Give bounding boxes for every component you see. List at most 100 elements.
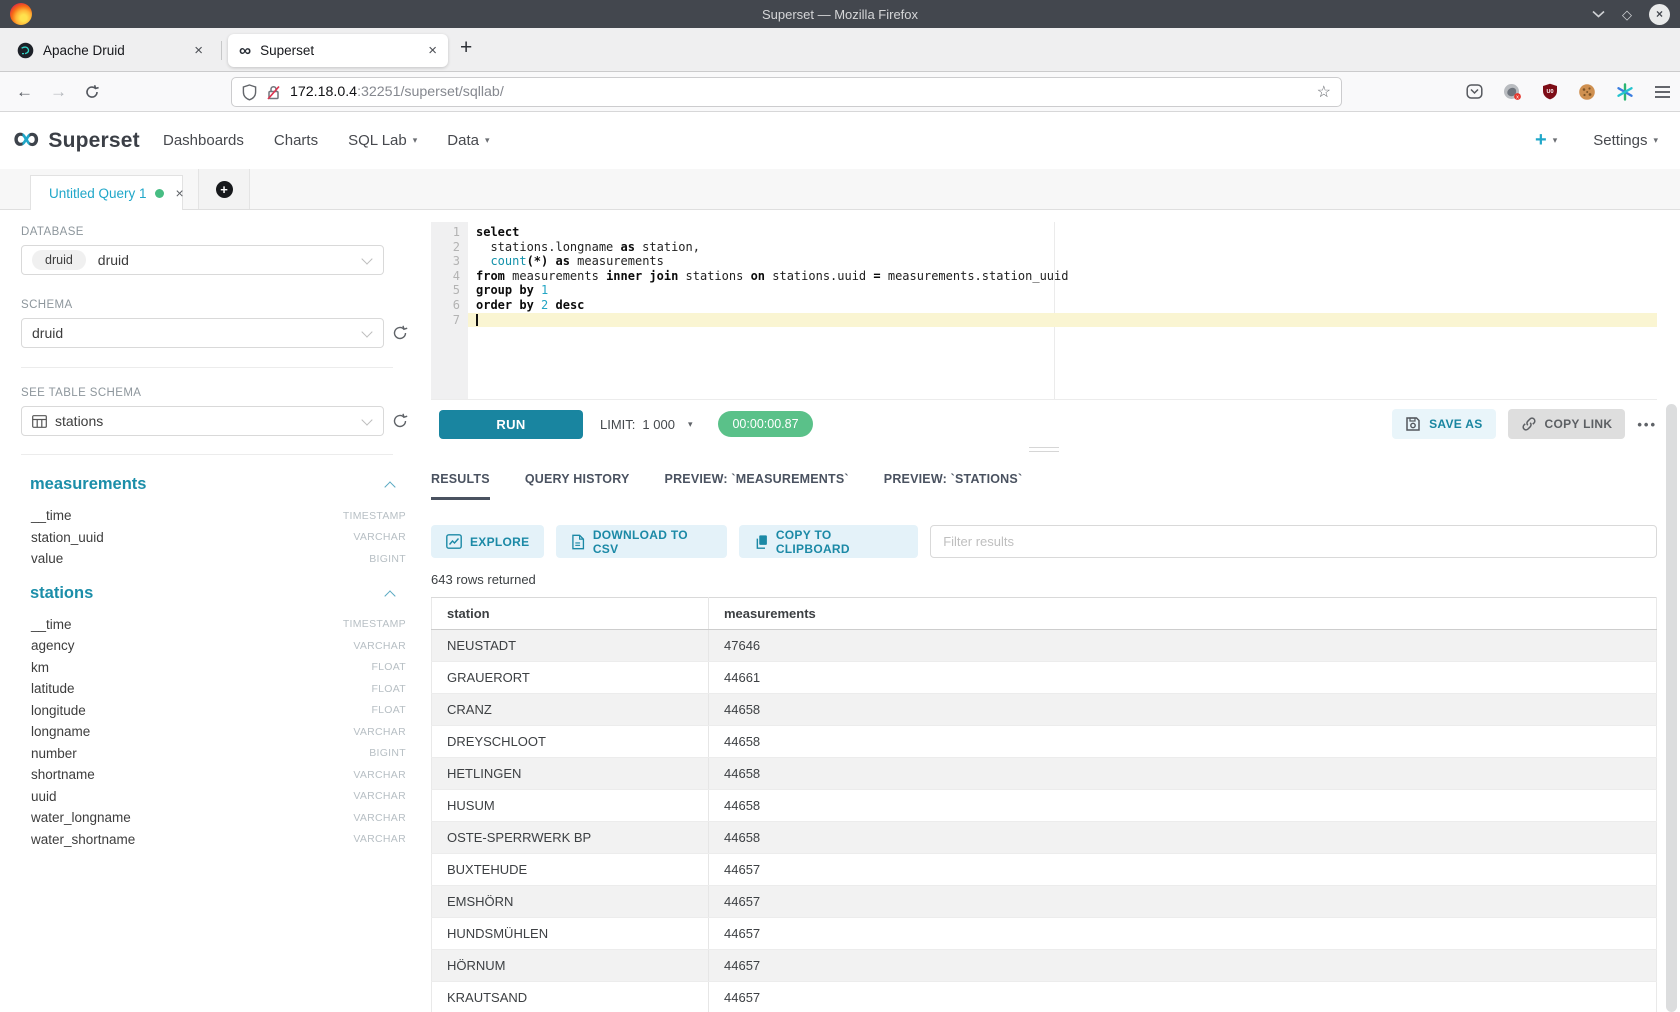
back-button[interactable]: ← — [16, 72, 33, 111]
extension-badge-icon[interactable]: x — [1503, 83, 1522, 101]
pane-drag-handle[interactable] — [1029, 447, 1059, 452]
file-icon — [571, 534, 584, 550]
browser-tab-superset[interactable]: ∞ Superset × — [228, 34, 448, 67]
shield-icon[interactable] — [242, 84, 257, 101]
cell-measurements: 44661 — [709, 662, 1657, 694]
hamburger-menu-icon[interactable] — [1654, 85, 1671, 99]
add-new-button[interactable]: +▾ — [1535, 129, 1557, 152]
explore-button[interactable]: EXPLORE — [431, 525, 544, 558]
chevron-down-icon — [361, 414, 372, 425]
cell-measurements: 44657 — [709, 950, 1657, 982]
column-name: station_uuid — [31, 530, 104, 545]
results-actions: EXPLORE DOWNLOAD TO CSV COPY TO CLIPBOAR… — [431, 525, 1657, 558]
editor-gutter: 1234567 — [431, 222, 468, 399]
more-menu-button[interactable]: ••• — [1637, 417, 1657, 432]
nav-item-charts[interactable]: Charts — [274, 132, 318, 149]
code-line[interactable]: select — [476, 225, 1657, 240]
cell-station: NEUSTADT — [432, 630, 709, 662]
database-value: druid — [98, 252, 129, 268]
limit-dropdown[interactable]: LIMIT: 1 000 ▾ — [600, 417, 692, 432]
table-heading-stations[interactable]: stations — [30, 584, 388, 606]
tab-preview-measurements[interactable]: PREVIEW: `MEASUREMENTS` — [665, 472, 849, 500]
nav-item-data[interactable]: Data▾ — [447, 132, 489, 149]
query-tab-close-icon[interactable]: × — [176, 185, 184, 201]
column-row: valueBIGINT — [10, 548, 408, 570]
bookmark-star-icon[interactable]: ☆ — [1317, 82, 1331, 102]
table-heading-measurements[interactable]: measurements — [30, 475, 388, 497]
url-text[interactable]: 172.18.0.4:32251/superset/sqllab/ — [290, 84, 504, 100]
collapse-chevron-up-icon[interactable] — [384, 590, 395, 601]
cell-measurements: 44657 — [709, 886, 1657, 918]
query-tab-label: Untitled Query 1 — [49, 186, 147, 201]
svg-text:U0: U0 — [1546, 89, 1553, 95]
browser-tab-apache-druid[interactable]: Apache Druid × — [6, 34, 214, 67]
query-timer-badge: 00:00:00.87 — [718, 411, 812, 437]
code-line[interactable] — [476, 313, 1657, 328]
code-line[interactable]: order by 2 desc — [476, 298, 1657, 313]
nav-item-dashboards[interactable]: Dashboards — [163, 132, 244, 149]
add-query-tab-button[interactable]: + — [198, 169, 250, 209]
lock-disabled-icon[interactable] — [266, 84, 281, 101]
cell-measurements: 44657 — [709, 854, 1657, 886]
filter-results-input[interactable] — [930, 525, 1657, 558]
nav-item-label: Dashboards — [163, 132, 244, 149]
column-row: water_shortnameVARCHAR — [10, 829, 408, 851]
tab-close-icon[interactable]: × — [428, 43, 437, 58]
refresh-schema-icon[interactable] — [392, 325, 408, 341]
limit-label: LIMIT: — [600, 417, 635, 432]
copy-to-clipboard-button[interactable]: COPY TO CLIPBOARD — [739, 525, 919, 558]
column-type: TIMESTAMP — [343, 618, 406, 630]
window-maximize-icon[interactable]: ◇ — [1622, 8, 1632, 21]
tab-query-history[interactable]: QUERY HISTORY — [525, 472, 630, 500]
ublock-shield-icon[interactable]: U0 — [1542, 83, 1558, 100]
cookie-icon[interactable] — [1578, 83, 1596, 101]
pocket-icon[interactable] — [1466, 83, 1483, 100]
save-as-button[interactable]: SAVE AS — [1392, 409, 1495, 439]
table-row: NEUSTADT47646 — [432, 630, 1657, 662]
run-button[interactable]: RUN — [439, 410, 583, 439]
cell-station: HUSUM — [432, 790, 709, 822]
druid-favicon — [17, 42, 34, 59]
collapse-chevron-up-icon[interactable] — [384, 481, 395, 492]
window-controls: ◇ × — [1592, 0, 1670, 28]
code-line[interactable]: count(*) as measurements — [476, 254, 1657, 269]
sql-editor[interactable]: 1234567 select stations.longname as stat… — [431, 222, 1657, 400]
tab-preview-stations[interactable]: PREVIEW: `STATIONS` — [884, 472, 1023, 500]
column-header-measurements[interactable]: measurements — [709, 598, 1657, 630]
column-header-station[interactable]: station — [432, 598, 709, 630]
code-lines: select stations.longname as station, cou… — [476, 225, 1657, 327]
url-bar[interactable]: 172.18.0.4:32251/superset/sqllab/ ☆ — [231, 77, 1342, 107]
tab-close-icon[interactable]: × — [194, 43, 203, 58]
forward-button[interactable]: → — [50, 72, 67, 111]
database-select[interactable]: druid druid — [21, 245, 384, 275]
nav-item-sql-lab[interactable]: SQL Lab▾ — [348, 132, 417, 149]
new-tab-button[interactable]: + — [460, 36, 472, 60]
settings-menu[interactable]: Settings▾ — [1593, 132, 1658, 149]
code-line[interactable]: group by 1 — [476, 283, 1657, 298]
tab-results[interactable]: RESULTS — [431, 472, 490, 500]
cell-measurements: 44658 — [709, 790, 1657, 822]
column-name: value — [31, 551, 63, 566]
cell-measurements: 44658 — [709, 822, 1657, 854]
code-line[interactable]: from measurements inner join stations on… — [476, 269, 1657, 284]
asterisk-extension-icon[interactable] — [1616, 83, 1634, 101]
window-minimize-icon[interactable] — [1592, 10, 1605, 18]
vertical-scrollbar[interactable] — [1666, 404, 1677, 1012]
code-line[interactable]: stations.longname as station, — [476, 240, 1657, 255]
query-tab-untitled-query-1[interactable]: Untitled Query 1 × — [30, 175, 183, 210]
superset-brand[interactable]: ∞ Superset — [13, 112, 140, 169]
superset-favicon: ∞ — [239, 42, 251, 59]
refresh-tables-icon[interactable] — [392, 413, 408, 429]
window-close-icon[interactable]: × — [1649, 4, 1670, 25]
schema-select[interactable]: druid — [21, 318, 384, 348]
query-status-dot — [155, 189, 164, 198]
chevron-down-icon — [361, 253, 372, 264]
reload-icon[interactable] — [84, 84, 100, 100]
column-name: number — [31, 746, 77, 761]
download-csv-button[interactable]: DOWNLOAD TO CSV — [556, 525, 726, 558]
table-schema-select[interactable]: stations — [21, 406, 384, 436]
copy-link-button[interactable]: COPY LINK — [1508, 409, 1626, 439]
copy-link-label: COPY LINK — [1545, 417, 1613, 431]
table-row: GRAUERORT44661 — [432, 662, 1657, 694]
plus-icon: + — [1535, 129, 1547, 152]
